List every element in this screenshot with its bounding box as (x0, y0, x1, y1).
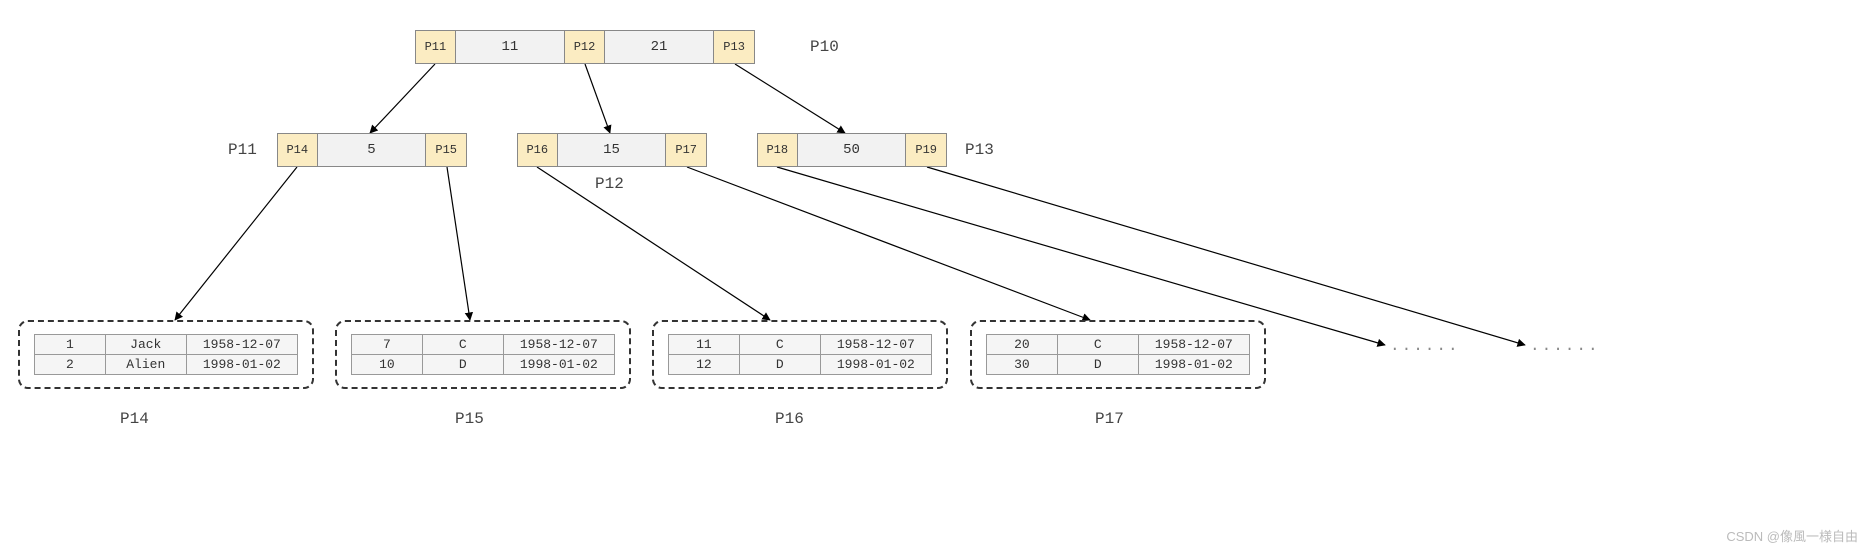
mid-center-ptr-1: P17 (666, 134, 706, 166)
cell: C (422, 335, 503, 355)
mid-right-key: 50 (798, 134, 907, 166)
cell: 1958-12-07 (820, 335, 931, 355)
mid-center-node: P16 15 P17 (517, 133, 707, 167)
cell: 1998-01-02 (186, 355, 297, 375)
leaf-p15-table: 7 C 1958-12-07 10 D 1998-01-02 (351, 334, 615, 375)
mid-left-ptr-1: P15 (426, 134, 466, 166)
leaf-p17-table: 20 C 1958-12-07 30 D 1998-01-02 (986, 334, 1250, 375)
tree-arrows (0, 0, 1868, 549)
leaf-p14-label: P14 (120, 410, 149, 428)
leaf-p16-table: 11 C 1958-12-07 12 D 1998-01-02 (668, 334, 932, 375)
cell: C (739, 335, 820, 355)
mid-right-label: P13 (965, 141, 994, 159)
cell: D (739, 355, 820, 375)
leaf-p17-label: P17 (1095, 410, 1124, 428)
cell: 1998-01-02 (820, 355, 931, 375)
cell: 10 (352, 355, 423, 375)
mid-left-ptr-0: P14 (278, 134, 318, 166)
table-row: 11 C 1958-12-07 (669, 335, 932, 355)
leaf-p15-label: P15 (455, 410, 484, 428)
mid-center-label: P12 (595, 175, 624, 193)
watermark: CSDN @像風一様自由 (1726, 526, 1858, 545)
cell: D (1057, 355, 1138, 375)
table-row: 30 D 1998-01-02 (987, 355, 1250, 375)
cell: Jack (105, 335, 186, 355)
leaf-p17: 20 C 1958-12-07 30 D 1998-01-02 (970, 320, 1266, 389)
cell: 1958-12-07 (186, 335, 297, 355)
cell: 20 (987, 335, 1058, 355)
mid-left-node: P14 5 P15 (277, 133, 467, 167)
cell: 1998-01-02 (1138, 355, 1249, 375)
leaf-p14: 1 Jack 1958-12-07 2 Alien 1998-01-02 (18, 320, 314, 389)
ellipsis-right: ······ (1530, 340, 1600, 358)
cell: 1998-01-02 (503, 355, 614, 375)
cell: 1958-12-07 (503, 335, 614, 355)
cell: D (422, 355, 503, 375)
mid-right-ptr-0: P18 (758, 134, 798, 166)
table-row: 7 C 1958-12-07 (352, 335, 615, 355)
leaf-p14-table: 1 Jack 1958-12-07 2 Alien 1998-01-02 (34, 334, 298, 375)
root-node: P11 11 P12 21 P13 (415, 30, 755, 64)
root-ptr-0: P11 (416, 31, 456, 63)
mid-left-label: P11 (228, 141, 257, 159)
root-label: P10 (810, 38, 839, 56)
mid-center-ptr-0: P16 (518, 134, 558, 166)
table-row: 10 D 1998-01-02 (352, 355, 615, 375)
leaf-p16: 11 C 1958-12-07 12 D 1998-01-02 (652, 320, 948, 389)
cell: 2 (35, 355, 106, 375)
root-ptr-1: P12 (565, 31, 605, 63)
cell: 7 (352, 335, 423, 355)
cell: C (1057, 335, 1138, 355)
ellipsis-left: ······ (1390, 340, 1460, 358)
mid-right-node: P18 50 P19 (757, 133, 947, 167)
cell: 11 (669, 335, 740, 355)
leaf-p16-label: P16 (775, 410, 804, 428)
cell: Alien (105, 355, 186, 375)
root-key-1: 21 (605, 31, 714, 63)
table-row: 12 D 1998-01-02 (669, 355, 932, 375)
mid-center-key: 15 (558, 134, 667, 166)
root-key-0: 11 (456, 31, 565, 63)
cell: 1958-12-07 (1138, 335, 1249, 355)
table-row: 20 C 1958-12-07 (987, 335, 1250, 355)
mid-left-key: 5 (318, 134, 427, 166)
leaf-p15: 7 C 1958-12-07 10 D 1998-01-02 (335, 320, 631, 389)
cell: 12 (669, 355, 740, 375)
root-ptr-2: P13 (714, 31, 754, 63)
cell: 1 (35, 335, 106, 355)
mid-right-ptr-1: P19 (906, 134, 946, 166)
table-row: 1 Jack 1958-12-07 (35, 335, 298, 355)
table-row: 2 Alien 1998-01-02 (35, 355, 298, 375)
cell: 30 (987, 355, 1058, 375)
